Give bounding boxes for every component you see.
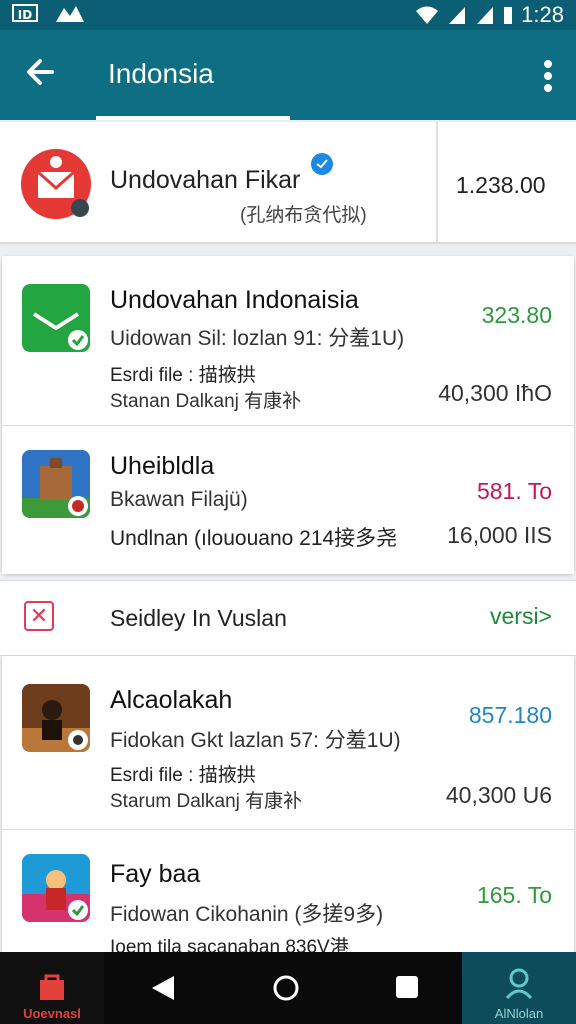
item-amount: 323.80 [481,302,552,328]
header-divider [436,122,438,242]
profile-icon [505,968,533,1000]
item-line-4: Starum Dalkanj 有康补 [110,791,303,812]
item-amount-secondary: 40,300 IħO [438,380,552,406]
item-amount: 165. To [476,882,552,908]
mail-app-icon [22,284,90,352]
item-amount-secondary: 40,300 U6 [445,782,552,808]
brand-logo [21,149,91,219]
list-item[interactable]: Undovahan Indonaisia Uidowan Sil: lozlan… [2,256,574,426]
signal-2-icon [477,7,494,24]
item-subtitle: Uidowan Sil: lozlan 91: 分羞1U) [110,327,405,350]
close-icon[interactable]: ✕ [24,601,54,631]
item-amount: 581. To [476,478,552,504]
status-time: 1:28 [521,2,564,27]
battery-icon [504,7,513,24]
title-tab-indicator [96,116,290,120]
section-label: Seidley In Vuslan [110,605,287,631]
item-subtitle: Bkawan Filajü) [110,488,248,511]
item-line-3: Ioem tila sacanaban 836V港 [110,937,349,952]
recents-nav-icon[interactable] [394,974,420,1000]
item-name: Fay baa [110,860,201,888]
photo-icon [56,6,84,22]
building-app-icon [22,450,90,518]
item-line-3: Undlnan (ılououano 214接多尧 [110,527,398,550]
portrait-app-icon [22,684,90,752]
item-name: Uheibldla [110,452,215,480]
nav-left-label: Uoevnasl [23,1006,81,1021]
festival-app-icon [22,854,90,922]
list-item[interactable]: Uheibldla Bkawan Filajü) Undlnan (ılouou… [2,426,574,574]
item-subtitle: Fidokan Gkt lazlan 57: 分羞1U) [110,729,401,752]
shop-icon [40,974,64,1000]
account-header[interactable]: Undovahan Fikar (孔纳布贪代拟) 1.238.00 [0,122,576,244]
more-vert-icon[interactable] [538,56,558,96]
account-name: Undovahan Fikar [110,166,301,194]
account-subtitle: (孔纳布贪代拟) [240,205,367,226]
item-line-4: Stanan Dalkanj 有康补 [110,391,302,412]
item-line-3: Esrdi file : 描掖拱 [110,765,256,786]
item-name: Alcaolakah [110,686,233,714]
wifi-icon [416,6,439,24]
app-bar: Indonsia [0,30,576,120]
list-item[interactable]: Fay baa Fidowan Cikohanin (多搓9多) Ioem ti… [2,830,574,952]
nav-right-label: AlNlolan [494,1006,544,1021]
navigation-bar: Uoevnasl AlNlolan [0,952,576,1024]
item-amount-secondary: 16,000 IIS [447,522,552,548]
list-item[interactable]: Alcaolakah Fidokan Gkt lazlan 57: 分羞1U) … [2,656,574,830]
items-card-2: Alcaolakah Fidokan Gkt lazlan 57: 分羞1U) … [2,656,574,952]
nav-left-button[interactable]: Uoevnasl [0,952,104,1024]
status-id-icon: ID [12,4,38,22]
page-title: Indonsia [108,58,214,89]
items-card-1: Undovahan Indonaisia Uidowan Sil: lozlan… [2,256,574,574]
arrow-left-icon[interactable] [22,54,58,90]
item-line-3: Esrdi file : 描掖拱 [110,365,256,386]
signal-icon [449,7,466,24]
section-link[interactable]: versi> [490,603,552,630]
nav-right-button[interactable]: AlNlolan [462,952,576,1024]
verified-icon [311,153,333,175]
status-bar: ID 1:28 [0,0,576,30]
item-name: Undovahan Indonaisia [110,286,359,314]
home-nav-icon[interactable] [272,974,300,1002]
section-row[interactable]: ✕ Seidley In Vuslan versi> [0,580,576,656]
item-amount: 857.180 [468,702,552,728]
back-nav-icon[interactable] [150,974,176,1002]
item-subtitle: Fidowan Cikohanin (多搓9多) [110,903,384,926]
account-amount: 1.238.00 [456,172,546,198]
